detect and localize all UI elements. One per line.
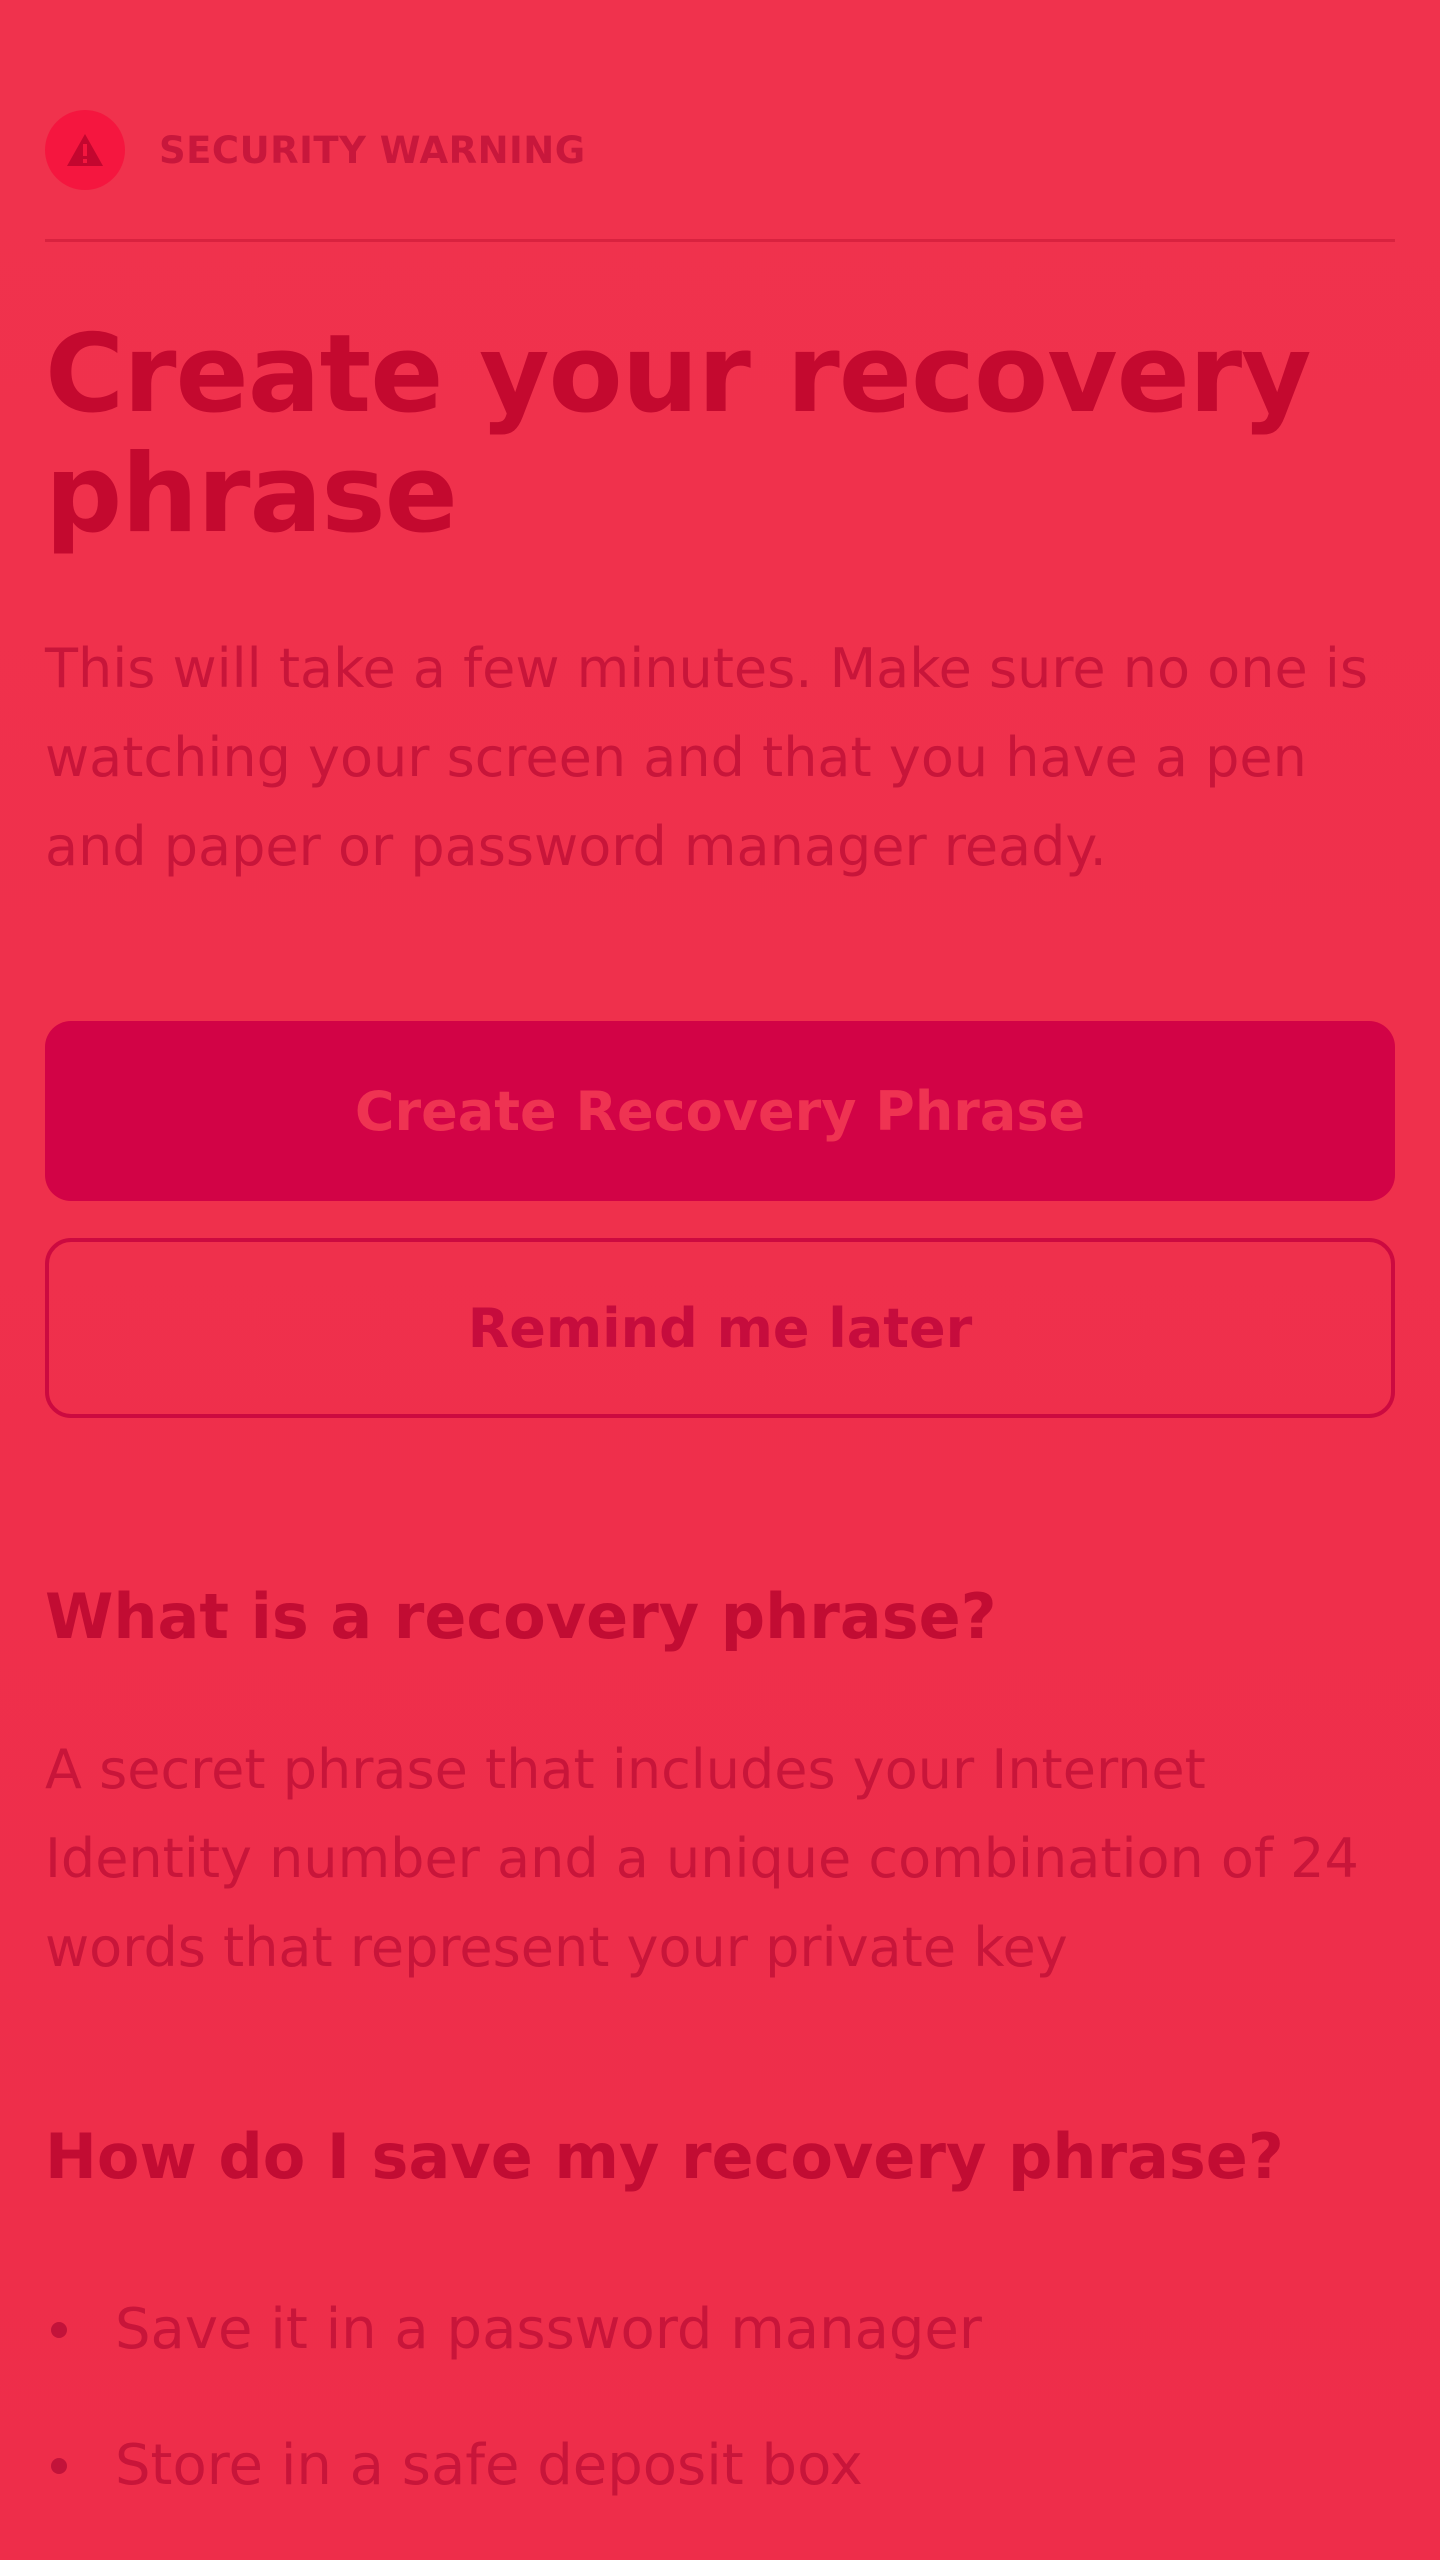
bullet-icon [51,2458,67,2474]
security-warning-label: SECURITY WARNING [159,128,586,172]
what-is-answer: A secret phrase that includes your Inter… [45,1738,1359,1979]
page-title: Create your recovery phrase [45,312,1312,557]
how-to-save-heading: How do I save my recovery phrase? [45,2120,1284,2193]
bullet-icon [51,2322,67,2338]
save-tips-list: Save it in a password manager Store in a… [45,2262,982,2534]
tip-text: Store in a safe deposit box [115,2433,863,2498]
list-item: Store in a safe deposit box [45,2398,982,2534]
security-warning: SECURITY WARNING [45,110,586,190]
tip-text: Save it in a password manager [115,2297,982,2362]
divider [45,239,1395,242]
what-is-heading: What is a recovery phrase? [45,1580,997,1653]
remind-me-later-button[interactable]: Remind me later [45,1238,1395,1418]
list-item: Save it in a password manager [45,2262,982,2398]
recovery-phrase-page: SECURITY WARNING Create your recovery ph… [0,0,1440,2560]
create-recovery-phrase-button[interactable]: Create Recovery Phrase [45,1021,1395,1201]
warning-icon [45,110,125,190]
intro-text: This will take a few minutes. Make sure … [45,637,1368,878]
